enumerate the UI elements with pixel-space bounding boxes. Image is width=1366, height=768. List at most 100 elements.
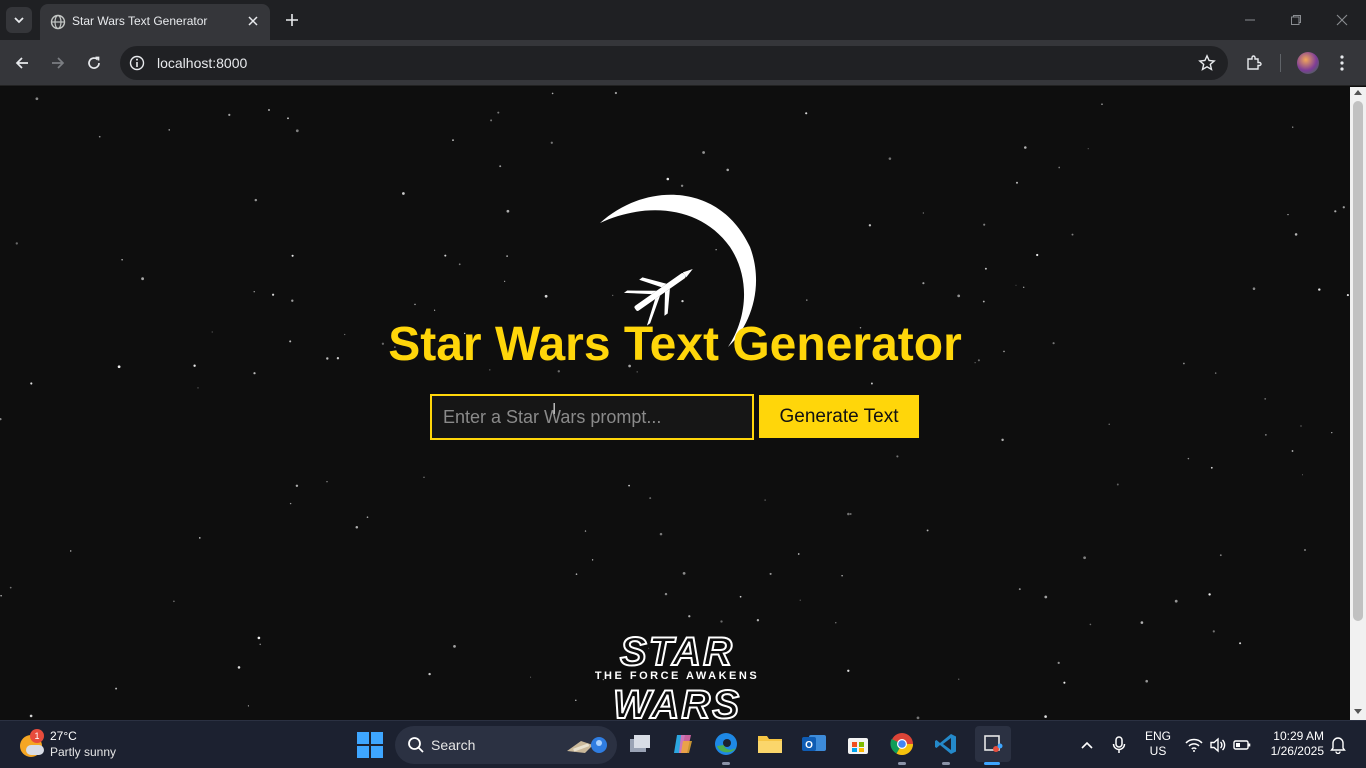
minimize-icon[interactable] (1236, 8, 1264, 32)
language-indicator[interactable]: ENG US (1144, 729, 1172, 759)
star-dot (847, 512, 850, 516)
star-dot (490, 119, 493, 122)
star-dot (1331, 432, 1333, 434)
star-dot (591, 559, 594, 561)
star-dot (444, 254, 447, 257)
star-dot (550, 141, 553, 144)
chevron-up-icon[interactable] (1077, 735, 1097, 755)
tab-title: Star Wars Text Generator (72, 14, 208, 28)
weather-widget[interactable]: 1 27°C Partly sunny (18, 729, 138, 763)
star-dot (1024, 146, 1027, 149)
star-dot (1318, 288, 1321, 291)
star-dot (1116, 483, 1119, 486)
star-dot (922, 282, 925, 285)
vscode-icon[interactable] (931, 729, 961, 759)
star-dot (1291, 450, 1294, 452)
star-dot (739, 595, 742, 598)
browser-menu-icon[interactable] (1331, 52, 1353, 74)
forward-arrow-icon[interactable] (45, 50, 71, 76)
star-dot (764, 499, 766, 501)
chevron-down-icon (14, 17, 24, 24)
volume-icon[interactable] (1208, 735, 1228, 755)
star-dot (1015, 284, 1017, 286)
page-scrollbar[interactable] (1350, 87, 1366, 720)
star-dot (544, 294, 548, 298)
star-dot (257, 636, 261, 640)
windows-taskbar: 1 27°C Partly sunny Search O ENG US 10:2… (0, 720, 1366, 768)
star-dot (1022, 286, 1025, 289)
microphone-icon[interactable] (1109, 735, 1129, 755)
logo-star-text: STAR (620, 630, 734, 674)
star-dot (847, 669, 850, 672)
system-clock[interactable]: 10:29 AM 1/26/2025 (1262, 729, 1324, 759)
site-info-icon[interactable] (128, 54, 146, 72)
extensions-puzzle-icon[interactable] (1243, 52, 1265, 74)
file-explorer-icon[interactable] (755, 729, 785, 759)
active-app-indicator (984, 762, 1000, 765)
task-view-icon[interactable] (625, 729, 655, 759)
chrome-icon[interactable] (887, 729, 917, 759)
reload-icon[interactable] (81, 50, 107, 76)
star-wars-force-awakens-logo: STAR THE FORCE AWAKENS WARS (595, 629, 757, 720)
star-dot (1044, 715, 1047, 718)
generate-text-button[interactable]: Generate Text (759, 395, 919, 438)
restore-icon[interactable] (1282, 8, 1310, 32)
star-dot (1083, 556, 1086, 560)
star-dot (291, 254, 294, 257)
star-dot (1187, 457, 1190, 460)
star-dot (268, 109, 270, 111)
star-dot (1287, 214, 1289, 216)
star-dot (291, 299, 294, 302)
weather-condition: Partly sunny (50, 745, 117, 759)
prompt-input[interactable] (430, 394, 754, 440)
scroll-down-arrow-icon[interactable] (1354, 709, 1362, 714)
star-dot (1089, 623, 1092, 626)
star-dot (1071, 233, 1074, 236)
weather-temperature: 27°C (50, 729, 77, 743)
close-window-icon[interactable] (1328, 8, 1356, 32)
wifi-icon[interactable] (1184, 735, 1204, 755)
star-dot (1346, 294, 1349, 297)
scrollbar-thumb[interactable] (1353, 101, 1363, 621)
windows-start-icon[interactable] (357, 732, 383, 758)
star-dot (0, 417, 2, 421)
taskbar-search[interactable]: Search (395, 726, 617, 764)
star-dot (295, 484, 299, 488)
globe-icon (50, 14, 66, 30)
star-dot (982, 300, 985, 303)
star-dot (497, 111, 500, 114)
star-dot (1265, 434, 1267, 436)
tab-search-button[interactable] (6, 7, 32, 33)
notifications-bell-icon[interactable] (1328, 735, 1348, 755)
bookmark-star-icon[interactable] (1198, 54, 1216, 72)
star-dot (1239, 642, 1242, 645)
back-arrow-icon[interactable] (9, 50, 35, 76)
star-dot (1145, 679, 1148, 683)
tab-close-icon[interactable] (244, 12, 262, 30)
star-dot (868, 224, 872, 227)
toolbar-divider (1280, 54, 1281, 72)
edge-browser-icon[interactable] (711, 729, 741, 759)
profile-avatar[interactable] (1297, 52, 1319, 74)
address-bar[interactable]: localhost:8000 (120, 46, 1228, 80)
new-tab-plus-icon[interactable] (280, 8, 304, 32)
star-dot (1087, 148, 1089, 150)
star-dot (499, 165, 502, 168)
scroll-up-arrow-icon[interactable] (1354, 90, 1362, 95)
snipping-tool-icon[interactable] (975, 726, 1011, 762)
copilot-icon[interactable] (668, 729, 698, 759)
star-dot (141, 277, 145, 281)
microsoft-store-icon[interactable] (843, 729, 873, 759)
star-dot (237, 666, 241, 669)
star-dot (726, 168, 729, 172)
star-dot (423, 476, 425, 478)
text-cursor-icon: I (552, 401, 557, 418)
star-dot (688, 615, 691, 618)
outlook-icon[interactable]: O (799, 729, 829, 759)
star-dot (504, 280, 506, 282)
battery-icon[interactable] (1232, 735, 1252, 755)
star-dot (295, 129, 299, 133)
browser-tab-active[interactable]: Star Wars Text Generator (40, 4, 270, 40)
star-dot (121, 259, 123, 261)
star-dot (984, 267, 987, 270)
